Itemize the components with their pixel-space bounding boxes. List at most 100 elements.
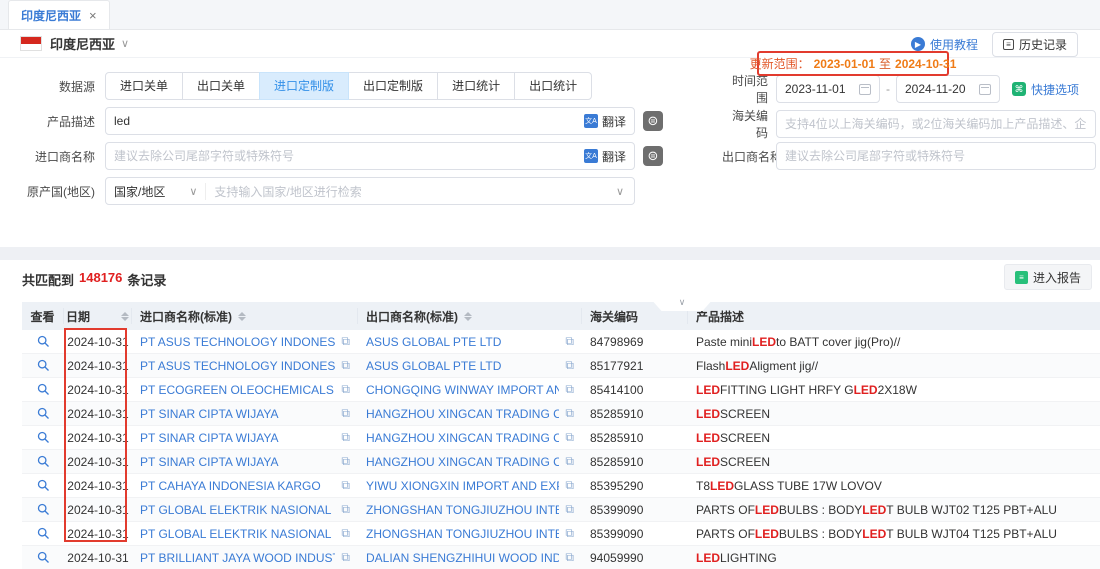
exporter-link[interactable]: HANGZHOU XINGCAN TRADING CO LTD — [366, 431, 559, 445]
view-detail-icon[interactable] — [37, 551, 50, 564]
time-from-input[interactable] — [785, 82, 853, 96]
sort-icon[interactable] — [464, 312, 472, 321]
copy-icon[interactable]: ⧉ — [341, 526, 350, 541]
fuzzy-match-button[interactable]: ⊜ — [643, 111, 663, 131]
quick-options-link[interactable]: ⌘ 快捷选项 — [1012, 81, 1079, 98]
copy-icon[interactable]: ⧉ — [565, 430, 574, 445]
datasource-tab[interactable]: 进口关单 — [105, 72, 183, 100]
exporter-link[interactable]: ZHONGSHAN TONGJIUZHOU INTERNA... — [366, 527, 559, 541]
sort-icon[interactable] — [121, 312, 129, 321]
importer-link[interactable]: PT ECOGREEN OLEOCHEMICALS — [140, 383, 335, 397]
copy-icon[interactable]: ⧉ — [341, 550, 350, 565]
datasource-tab[interactable]: 出口关单 — [182, 72, 260, 100]
enter-report-button[interactable]: ≡ 进入报告 — [1004, 264, 1092, 290]
copy-icon[interactable]: ⧉ — [565, 358, 574, 373]
copy-icon[interactable]: ⧉ — [341, 502, 350, 517]
column-header[interactable]: 进口商名称(标准) — [132, 308, 358, 324]
copy-icon[interactable]: ⧉ — [565, 478, 574, 493]
copy-icon[interactable]: ⧉ — [341, 454, 350, 469]
view-detail-icon[interactable] — [37, 359, 50, 372]
datasource-label: 数据源 — [10, 78, 105, 95]
tutorial-link[interactable]: ▶ 使用教程 — [911, 36, 978, 53]
datasource-tab[interactable]: 进口统计 — [437, 72, 515, 100]
copy-icon[interactable]: ⧉ — [341, 334, 350, 349]
view-detail-icon[interactable] — [37, 455, 50, 468]
exporter-name-field[interactable] — [776, 142, 1096, 170]
hs-code-field[interactable] — [776, 110, 1096, 138]
importer-link[interactable]: PT SINAR CIPTA WIJAYA — [140, 431, 335, 445]
column-header[interactable]: 日期 — [64, 308, 132, 324]
time-range-label: 时间范围 — [722, 72, 776, 106]
history-label: 历史记录 — [1019, 36, 1067, 53]
exporter-link[interactable]: HANGZHOU XINGCAN TRADING CO LTD — [366, 455, 559, 469]
date-cell: 2024-10-31 — [64, 431, 132, 445]
copy-icon[interactable]: ⧉ — [341, 478, 350, 493]
exporter-link[interactable]: ASUS GLOBAL PTE LTD — [366, 335, 559, 349]
time-to-field[interactable] — [896, 75, 1000, 103]
copy-icon[interactable]: ⧉ — [341, 406, 350, 421]
translate-button[interactable]: 文A 翻译 — [584, 148, 626, 165]
exporter-name-input[interactable] — [785, 149, 1087, 163]
origin-type-select[interactable]: 国家/地区 ∨ — [114, 183, 206, 200]
time-from-field[interactable] — [776, 75, 880, 103]
copy-icon[interactable]: ⧉ — [341, 382, 350, 397]
copy-icon[interactable]: ⧉ — [565, 526, 574, 541]
hs-code-input[interactable] — [785, 117, 1087, 131]
time-to-input[interactable] — [905, 82, 973, 96]
result-count: 共匹配到 148176 条记录 — [22, 270, 166, 289]
copy-icon[interactable]: ⧉ — [341, 358, 350, 373]
exporter-link[interactable]: YIWU XIONGXIN IMPORT AND EXPORT... — [366, 479, 559, 493]
column-header[interactable]: 出口商名称(标准) — [358, 308, 582, 324]
country-page-tab[interactable]: 印度尼西亚 × — [8, 0, 110, 29]
view-detail-icon[interactable] — [37, 335, 50, 348]
chevron-down-icon[interactable]: ∨ — [121, 37, 129, 50]
datasource-tab[interactable]: 进口定制版 — [259, 72, 349, 100]
exporter-link[interactable]: ZHONGSHAN TONGJIUZHOU INTERNA... — [366, 503, 559, 517]
sort-icon[interactable] — [238, 312, 246, 321]
copy-icon[interactable]: ⧉ — [565, 406, 574, 421]
report-label: 进入报告 — [1033, 269, 1081, 286]
calendar-icon[interactable] — [859, 84, 871, 95]
close-icon[interactable]: × — [89, 8, 97, 23]
description-cell: LED SCREEN — [688, 455, 1100, 469]
importer-link[interactable]: PT GLOBAL ELEKTRIK NASIONAL — [140, 527, 335, 541]
importer-name-input[interactable] — [114, 149, 584, 163]
importer-link[interactable]: PT ASUS TECHNOLOGY INDONESIA BA... — [140, 335, 335, 349]
copy-icon[interactable]: ⧉ — [565, 502, 574, 517]
results-table: 查看日期进口商名称(标准)出口商名称(标准)海关编码产品描述 2024-10-3… — [22, 302, 1100, 569]
copy-icon[interactable]: ⧉ — [565, 334, 574, 349]
hs-code-cell: 85285910 — [582, 455, 688, 469]
calendar-icon[interactable] — [979, 84, 991, 95]
view-detail-icon[interactable] — [37, 527, 50, 540]
copy-icon[interactable]: ⧉ — [341, 430, 350, 445]
importer-link[interactable]: PT SINAR CIPTA WIJAYA — [140, 455, 335, 469]
datasource-tab[interactable]: 出口定制版 — [348, 72, 438, 100]
view-detail-icon[interactable] — [37, 431, 50, 444]
importer-link[interactable]: PT CAHAYA INDONESIA KARGO — [140, 479, 335, 493]
translate-button[interactable]: 文A 翻译 — [584, 113, 626, 130]
product-desc-field[interactable]: 文A 翻译 — [105, 107, 635, 135]
origin-country-field[interactable]: 国家/地区 ∨ 支持输入国家/地区进行检索 ∨ — [105, 177, 635, 205]
view-detail-icon[interactable] — [37, 383, 50, 396]
copy-icon[interactable]: ⧉ — [565, 382, 574, 397]
product-desc-input[interactable] — [114, 114, 584, 128]
quick-options-label: 快捷选项 — [1031, 81, 1079, 98]
exporter-link[interactable]: ASUS GLOBAL PTE LTD — [366, 359, 559, 373]
datasource-tab[interactable]: 出口统计 — [514, 72, 592, 100]
history-button[interactable]: ≡ 历史记录 — [992, 32, 1078, 57]
importer-link[interactable]: PT BRILLIANT JAYA WOOD INDUSTRY — [140, 551, 335, 565]
exporter-link[interactable]: CHONGQING WINWAY IMPORT AND E... — [366, 383, 559, 397]
importer-link[interactable]: PT SINAR CIPTA WIJAYA — [140, 407, 335, 421]
fuzzy-match-button[interactable]: ⊜ — [643, 146, 663, 166]
view-detail-icon[interactable] — [37, 407, 50, 420]
exporter-link[interactable]: DALIAN SHENGZHIHUI WOOD INDUST... — [366, 551, 559, 565]
description-cell: PARTS OF LED BULBS : BODY LED T BULB WJT… — [688, 527, 1100, 541]
exporter-link[interactable]: HANGZHOU XINGCAN TRADING CO LTD — [366, 407, 559, 421]
importer-link[interactable]: PT ASUS TECHNOLOGY INDONESIA BA... — [140, 359, 335, 373]
copy-icon[interactable]: ⧉ — [565, 454, 574, 469]
importer-name-field[interactable]: 文A 翻译 — [105, 142, 635, 170]
importer-link[interactable]: PT GLOBAL ELEKTRIK NASIONAL — [140, 503, 335, 517]
view-detail-icon[interactable] — [37, 479, 50, 492]
copy-icon[interactable]: ⧉ — [565, 550, 574, 565]
view-detail-icon[interactable] — [37, 503, 50, 516]
